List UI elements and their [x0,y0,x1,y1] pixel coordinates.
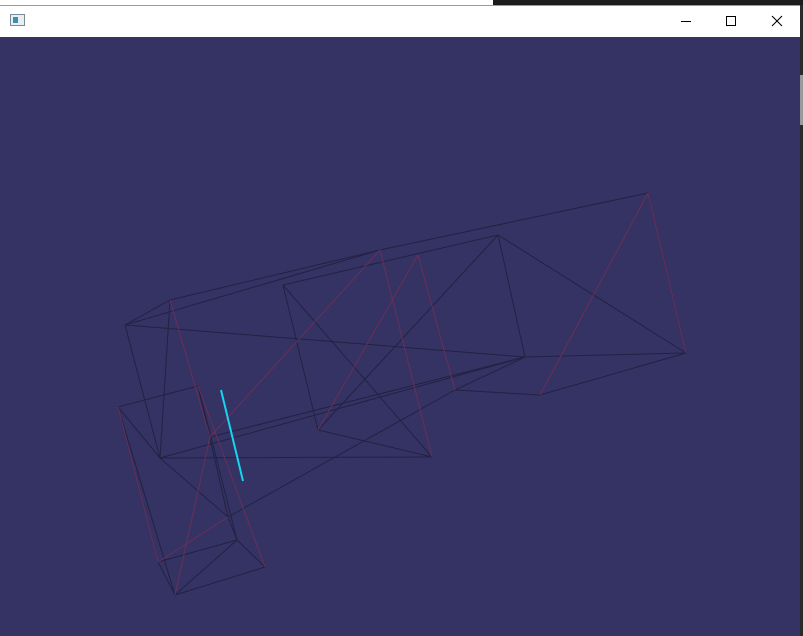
minimize-button[interactable] [663,6,709,36]
app-window-icon [10,14,25,26]
close-icon [771,15,783,27]
wireframe-red-edges [117,192,687,596]
wireframe-dark-edges [117,192,687,596]
maximize-icon [726,16,736,26]
app-window [0,0,803,636]
close-button[interactable] [754,6,800,36]
maximize-button[interactable] [708,6,754,36]
minimize-icon [681,21,691,22]
title-bar[interactable] [0,5,800,37]
3d-viewport[interactable] [0,37,800,636]
